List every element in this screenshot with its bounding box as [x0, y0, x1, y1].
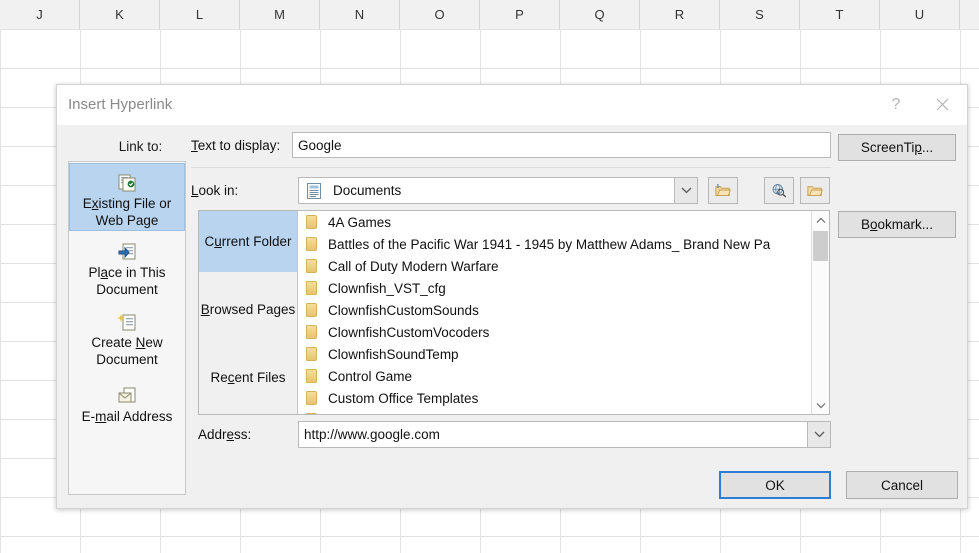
- place-in-document-icon: [117, 240, 137, 262]
- dialog-title: Insert Hyperlink: [68, 96, 173, 113]
- chevron-down-icon[interactable]: [807, 421, 831, 448]
- address-combobox[interactable]: [298, 421, 831, 448]
- column-header-Q[interactable]: Q: [560, 0, 640, 29]
- folder-icon: [306, 215, 317, 229]
- grid-line: [0, 536, 979, 537]
- column-header-R[interactable]: R: [640, 0, 720, 29]
- folder-icon: [306, 259, 317, 273]
- file-list-item[interactable]: Battles of the Pacific War 1941 - 1945 b…: [298, 233, 829, 255]
- address-input[interactable]: [298, 421, 831, 448]
- link-to-sidebar: Existing File or Web Page Place in This D…: [68, 161, 186, 495]
- column-header-J[interactable]: J: [0, 0, 80, 29]
- dialog-title-bar: Insert Hyperlink ?: [57, 85, 967, 125]
- svg-text:5: 5: [717, 184, 720, 190]
- column-header-N[interactable]: N: [320, 0, 400, 29]
- column-header-K[interactable]: K: [80, 0, 160, 29]
- column-header-T[interactable]: T: [800, 0, 880, 29]
- scrollbar-thumb[interactable]: [813, 231, 828, 261]
- column-header-row: JKLMNOPQRSTU: [0, 0, 979, 30]
- column-header-M[interactable]: M: [240, 0, 320, 29]
- globe-search-icon[interactable]: [764, 177, 794, 204]
- file-name: Cyberlink: [328, 413, 384, 415]
- column-header-S[interactable]: S: [720, 0, 800, 29]
- screentip-button[interactable]: ScreenTi p...: [838, 134, 956, 161]
- file-tab-0[interactable]: Cu rrent Folder: [199, 211, 297, 272]
- file-list-item[interactable]: Custom Office Templates: [298, 387, 829, 409]
- chevron-down-icon[interactable]: [812, 396, 829, 414]
- folder-icon: [306, 369, 317, 383]
- file-list-item[interactable]: Call of Duty Modern Warfare: [298, 255, 829, 277]
- sidebar-item-label: Existing File or Web Page: [82, 196, 172, 228]
- file-name: Call of Duty Modern Warfare: [328, 258, 499, 274]
- grid-line: [0, 29, 979, 30]
- file-list-item[interactable]: 4A Games: [298, 211, 829, 233]
- file-name: ClownfishCustomSounds: [328, 302, 479, 318]
- folder-icon: [306, 237, 317, 251]
- file-browser: Cu rrent Folder Browsed Pages Re c ent Files …: [198, 210, 830, 415]
- address-label: Address:: [198, 427, 252, 442]
- folder-icon: [306, 391, 317, 405]
- folder-icon: [306, 347, 317, 361]
- close-icon[interactable]: [919, 85, 965, 124]
- folder-icon: [306, 281, 317, 295]
- link-to-label: Link to:: [118, 139, 163, 154]
- file-list-item[interactable]: ClownfishSoundTemp: [298, 343, 829, 365]
- sidebar-item-label: Place in This Document: [88, 265, 166, 297]
- grid-line: [0, 29, 1, 553]
- folder-icon: [306, 413, 317, 414]
- sidebar-item-email-address[interactable]: E-mail Address: [69, 377, 185, 445]
- file-list-item[interactable]: Control Game: [298, 365, 829, 387]
- question-mark-icon[interactable]: ?: [873, 85, 919, 124]
- file-name: Battles of the Pacific War 1941 - 1945 b…: [328, 236, 771, 252]
- file-list-item[interactable]: Cyberlink: [298, 409, 829, 414]
- chevron-down-icon[interactable]: [674, 177, 698, 204]
- look-in-value: Documents: [333, 183, 402, 198]
- open-folder-icon[interactable]: [800, 177, 830, 204]
- file-list[interactable]: 4A Games Battles of the Pacific War 1941 …: [298, 211, 829, 414]
- ok-button[interactable]: OK: [719, 471, 831, 499]
- look-in-label: Look in:: [191, 183, 239, 198]
- sidebar-item-create-new-document[interactable]: Create New Document: [69, 303, 185, 371]
- cancel-button[interactable]: Cancel: [846, 471, 958, 499]
- file-list-item[interactable]: Clownfish_VST_cfg: [298, 277, 829, 299]
- column-header-U[interactable]: U: [880, 0, 960, 29]
- file-name: Control Game: [328, 368, 413, 384]
- documents-folder-icon: [305, 182, 323, 200]
- existing-file-web-page-icon: [117, 171, 137, 193]
- column-header-O[interactable]: O: [400, 0, 480, 29]
- file-name: ClownfishSoundTemp: [328, 346, 459, 362]
- file-list-item[interactable]: ClownfishCustomSounds: [298, 299, 829, 321]
- sidebar-item-existing-file-web-page[interactable]: Existing File or Web Page: [69, 163, 185, 231]
- email-address-icon: [117, 384, 137, 406]
- file-name: Clownfish_VST_cfg: [328, 280, 446, 296]
- file-name: 4A Games: [328, 214, 392, 230]
- file-list-item[interactable]: ClownfishCustomVocoders: [298, 321, 829, 343]
- create-new-document-icon: [117, 310, 137, 332]
- file-name: ClownfishCustomVocoders: [328, 324, 490, 340]
- folder-icon: [306, 303, 317, 317]
- file-list-scrollbar[interactable]: [811, 211, 829, 414]
- file-tab-2[interactable]: Re c ent Files: [199, 347, 297, 408]
- sidebar-item-label: Create New Document: [91, 335, 163, 367]
- text-to-display-label: Text to display:: [191, 138, 281, 153]
- column-header-L[interactable]: L: [160, 0, 240, 29]
- file-browser-tabs: Cu rrent Folder Browsed Pages Re c ent Files: [199, 211, 298, 414]
- chevron-up-icon[interactable]: [812, 211, 829, 229]
- file-name: Custom Office Templates: [328, 390, 479, 406]
- folder-icon: [306, 325, 317, 339]
- text-to-display-input[interactable]: [292, 132, 831, 158]
- sidebar-item-label: E-mail Address: [81, 409, 173, 424]
- look-in-combobox[interactable]: Documents: [298, 177, 698, 204]
- grid-line: [0, 68, 979, 69]
- file-tab-1[interactable]: Browsed Pages: [199, 279, 297, 340]
- column-header-P[interactable]: P: [480, 0, 560, 29]
- divider: [191, 167, 831, 168]
- folder-up-icon[interactable]: 5: [708, 177, 738, 204]
- sidebar-item-place-in-document[interactable]: Place in This Document: [69, 233, 185, 301]
- insert-hyperlink-dialog: Insert Hyperlink ? Link to: Existing Fil…: [56, 84, 968, 509]
- bookmark-button[interactable]: Bo okmark...: [838, 211, 956, 238]
